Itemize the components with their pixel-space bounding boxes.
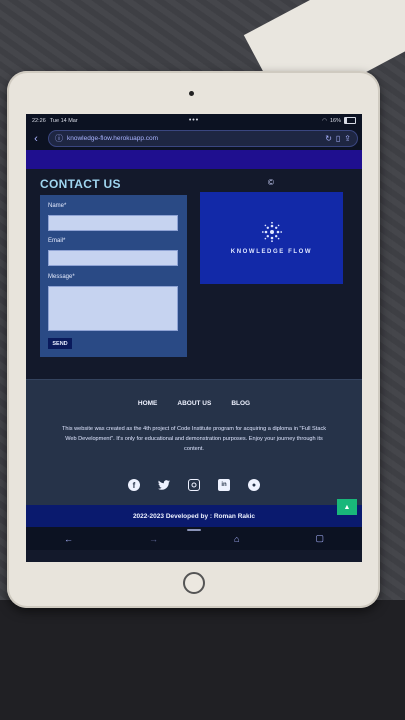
share-icon[interactable]: ⇪	[344, 134, 351, 143]
page-banner	[26, 150, 362, 169]
instagram-icon[interactable]	[188, 479, 200, 491]
browser-toolbar: ‹ ⓘ knowledge-flow.herokuapp.com ↻ ▯ ⇪	[26, 127, 362, 150]
nav-forward-icon[interactable]: →	[149, 534, 158, 544]
status-bar: 22:26 Tue 14 Mar ••• ◠ 16%	[26, 114, 362, 127]
site-footer: HOME ABOUT US BLOG This website was crea…	[26, 379, 362, 505]
multitask-dots[interactable]: •••	[189, 117, 199, 124]
footer-link-home[interactable]: HOME	[138, 400, 158, 407]
home-button[interactable]	[183, 572, 205, 594]
footer-nav: HOME ABOUT US BLOG	[26, 400, 362, 407]
scroll-to-top-button[interactable]: ▲	[337, 499, 357, 515]
contact-form: Name* Email* Message* SEND	[40, 195, 187, 357]
github-icon[interactable]: ●	[248, 479, 260, 491]
brand-logo: KNOWLEDGE FLOW	[200, 192, 343, 284]
address-url: knowledge-flow.herokuapp.com	[67, 135, 159, 142]
message-label: Message*	[48, 274, 75, 280]
status-date: Tue 14 Mar	[49, 117, 78, 124]
name-field[interactable]	[48, 215, 178, 231]
home-indicator	[187, 529, 201, 531]
social-links: f in ●	[26, 479, 362, 491]
footer-link-about[interactable]: ABOUT US	[177, 400, 211, 407]
developer-bar: 2022-2023 Developed by : Roman Rakic ▲	[26, 499, 362, 527]
logo-brand-text: KNOWLEDGE FLOW	[230, 249, 313, 255]
contact-title: CONTACT US	[40, 177, 121, 191]
footer-description: This website was created as the 4th proj…	[61, 426, 327, 452]
contact-section: CONTACT US © Name* Email* Message* SEND	[26, 169, 362, 379]
copyright-icon: ©	[268, 178, 274, 187]
send-button[interactable]: SEND	[48, 338, 72, 349]
battery-icon	[344, 117, 356, 124]
table-surface	[0, 600, 405, 720]
front-camera	[189, 91, 194, 96]
name-label: Name*	[48, 203, 67, 209]
wifi-icon: ◠	[322, 117, 327, 124]
facebook-icon[interactable]: f	[128, 479, 140, 491]
email-label: Email*	[48, 238, 66, 244]
email-field[interactable]	[48, 250, 178, 266]
tabs-icon[interactable]: ▢	[315, 533, 324, 544]
status-right: ◠ 16%	[322, 117, 356, 124]
home-icon[interactable]: ⌂	[234, 534, 239, 544]
logo-flower-icon	[261, 221, 282, 243]
battery-percent: 16%	[329, 117, 341, 124]
address-bar[interactable]: ⓘ knowledge-flow.herokuapp.com ↻ ▯ ⇪	[48, 130, 358, 147]
reload-icon[interactable]: ↻	[325, 134, 332, 143]
back-icon[interactable]: ‹	[30, 133, 42, 145]
tablet-screen: 22:26 Tue 14 Mar ••• ◠ 16% ‹ ⓘ knowledge…	[26, 114, 362, 562]
browser-bottom-bar: ← → ⌂ ▢	[26, 527, 362, 550]
info-icon[interactable]: ⓘ	[55, 133, 63, 144]
bookmark-icon[interactable]: ▯	[336, 134, 340, 143]
linkedin-icon[interactable]: in	[218, 479, 230, 491]
developer-credit: 2022-2023 Developed by : Roman Rakic	[132, 512, 256, 520]
twitter-icon[interactable]	[158, 479, 170, 491]
nav-back-icon[interactable]: ←	[64, 534, 73, 544]
status-time: 22:26	[32, 117, 46, 124]
footer-link-blog[interactable]: BLOG	[231, 400, 250, 407]
message-field[interactable]	[48, 286, 178, 331]
